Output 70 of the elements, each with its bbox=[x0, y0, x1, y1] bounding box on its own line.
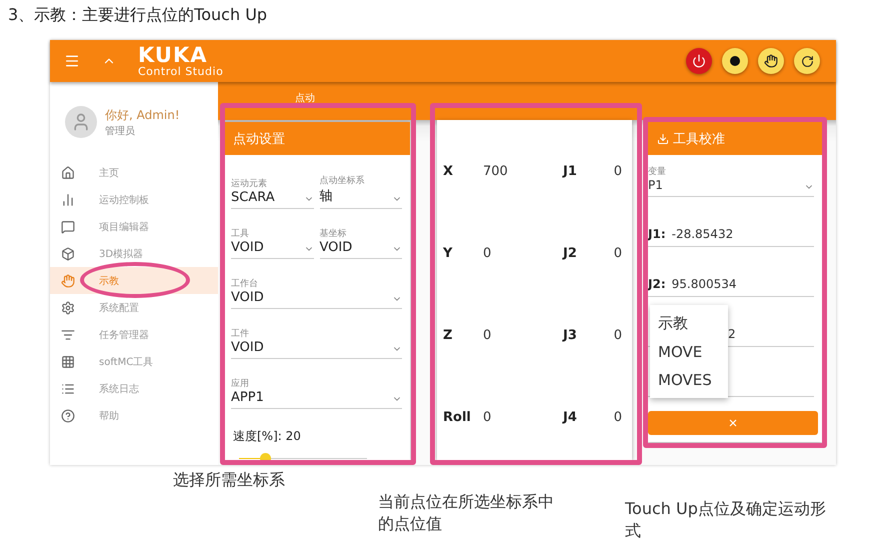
sidebar-label: 系统配置 bbox=[99, 302, 139, 314]
axis-value: 0 bbox=[483, 328, 492, 342]
select-field[interactable]: 应用 APP1 bbox=[231, 359, 402, 409]
joint-value: 0 bbox=[614, 246, 622, 260]
bar-chart-icon bbox=[61, 192, 75, 206]
grid-icon bbox=[61, 354, 75, 368]
hand-icon bbox=[61, 274, 75, 288]
select-field[interactable]: 运动元素 SCARA bbox=[231, 159, 314, 209]
sidebar-label: 示教 bbox=[99, 274, 119, 288]
refresh-icon bbox=[800, 54, 814, 68]
joint-value: 0 bbox=[614, 164, 622, 178]
axis-label: Z bbox=[443, 328, 454, 342]
axis-label: Roll bbox=[443, 410, 472, 424]
hand-icon bbox=[764, 54, 778, 68]
logo-title: KUKA bbox=[138, 45, 208, 66]
joint-label: J3 bbox=[563, 328, 578, 342]
download-icon bbox=[657, 132, 669, 144]
select-field[interactable]: 工作台 VOID bbox=[231, 259, 402, 309]
sidebar-label: 任务管理器 bbox=[99, 328, 149, 342]
axis-value: 0 bbox=[483, 410, 492, 424]
select-field[interactable]: 工件 VOID bbox=[231, 309, 402, 359]
chat-icon bbox=[61, 220, 75, 234]
teach-button[interactable] bbox=[758, 48, 784, 74]
joint-label: J1 bbox=[563, 164, 578, 178]
select-field[interactable]: 点动坐标系 轴 bbox=[320, 159, 402, 209]
speed-label: 速度[%]: 20 bbox=[233, 429, 301, 443]
list-icon bbox=[61, 382, 75, 396]
menu-item[interactable]: MOVES bbox=[650, 366, 728, 394]
input-field[interactable]: J1: -28.85432 bbox=[648, 197, 814, 247]
sidebar-label: 帮助 bbox=[99, 410, 119, 422]
sidebar-label: 系统日志 bbox=[99, 382, 139, 396]
joint-label: J4 bbox=[563, 410, 578, 424]
axis-value: 700 bbox=[483, 164, 509, 178]
sidebar-label: 项目编辑器 bbox=[99, 220, 149, 234]
settings-icon bbox=[61, 300, 75, 314]
cube-icon bbox=[61, 246, 75, 260]
menu-item[interactable]: 示教 bbox=[650, 309, 728, 338]
home-icon bbox=[61, 166, 75, 180]
page-heading: 3、示教：主要进行点位的Touch Up bbox=[8, 4, 268, 26]
power-icon bbox=[692, 54, 706, 68]
filter-list-icon bbox=[61, 328, 75, 342]
joint-value: 0 bbox=[614, 328, 622, 342]
logo-subtitle: Control Studio bbox=[138, 66, 224, 77]
record-button[interactable] bbox=[722, 48, 748, 74]
joint-value: 0 bbox=[614, 410, 622, 424]
select-field[interactable]: 工具 VOID bbox=[231, 209, 314, 259]
sidebar-label: 运动控制板 bbox=[99, 194, 149, 206]
annotation-caption: 选择所需坐标系 bbox=[173, 469, 286, 491]
power-button[interactable] bbox=[686, 48, 712, 74]
joint-label: J2 bbox=[563, 246, 578, 260]
input-field[interactable]: J2: 95.800534 bbox=[648, 247, 814, 297]
avatar bbox=[65, 106, 97, 138]
user-role: 管理员 bbox=[105, 124, 136, 138]
menu-icon[interactable] bbox=[64, 53, 80, 69]
annotation-caption: Touch Up点位及确定运动形式 bbox=[625, 498, 827, 542]
panel-title: 点动设置 bbox=[233, 130, 285, 148]
sidebar-label: softMC工具 bbox=[99, 356, 154, 368]
user-greeting: 你好, Admin! bbox=[105, 106, 180, 124]
refresh-button[interactable] bbox=[794, 48, 820, 74]
axis-value: 0 bbox=[483, 246, 492, 260]
sidebar-label: 3D模拟器 bbox=[99, 248, 144, 260]
axis-label: X bbox=[443, 164, 454, 178]
sidebar-label: 主页 bbox=[99, 166, 119, 180]
help-icon bbox=[61, 408, 75, 422]
select-field[interactable]: 变量 P1 bbox=[648, 155, 814, 197]
dot-icon bbox=[730, 56, 740, 66]
panel-title: 工具校准 bbox=[673, 130, 725, 148]
axis-label: Y bbox=[443, 246, 454, 260]
select-field[interactable]: 基坐标 VOID bbox=[320, 209, 402, 259]
annotation-caption: 当前点位在所选坐标系中的点位值 bbox=[378, 491, 555, 535]
